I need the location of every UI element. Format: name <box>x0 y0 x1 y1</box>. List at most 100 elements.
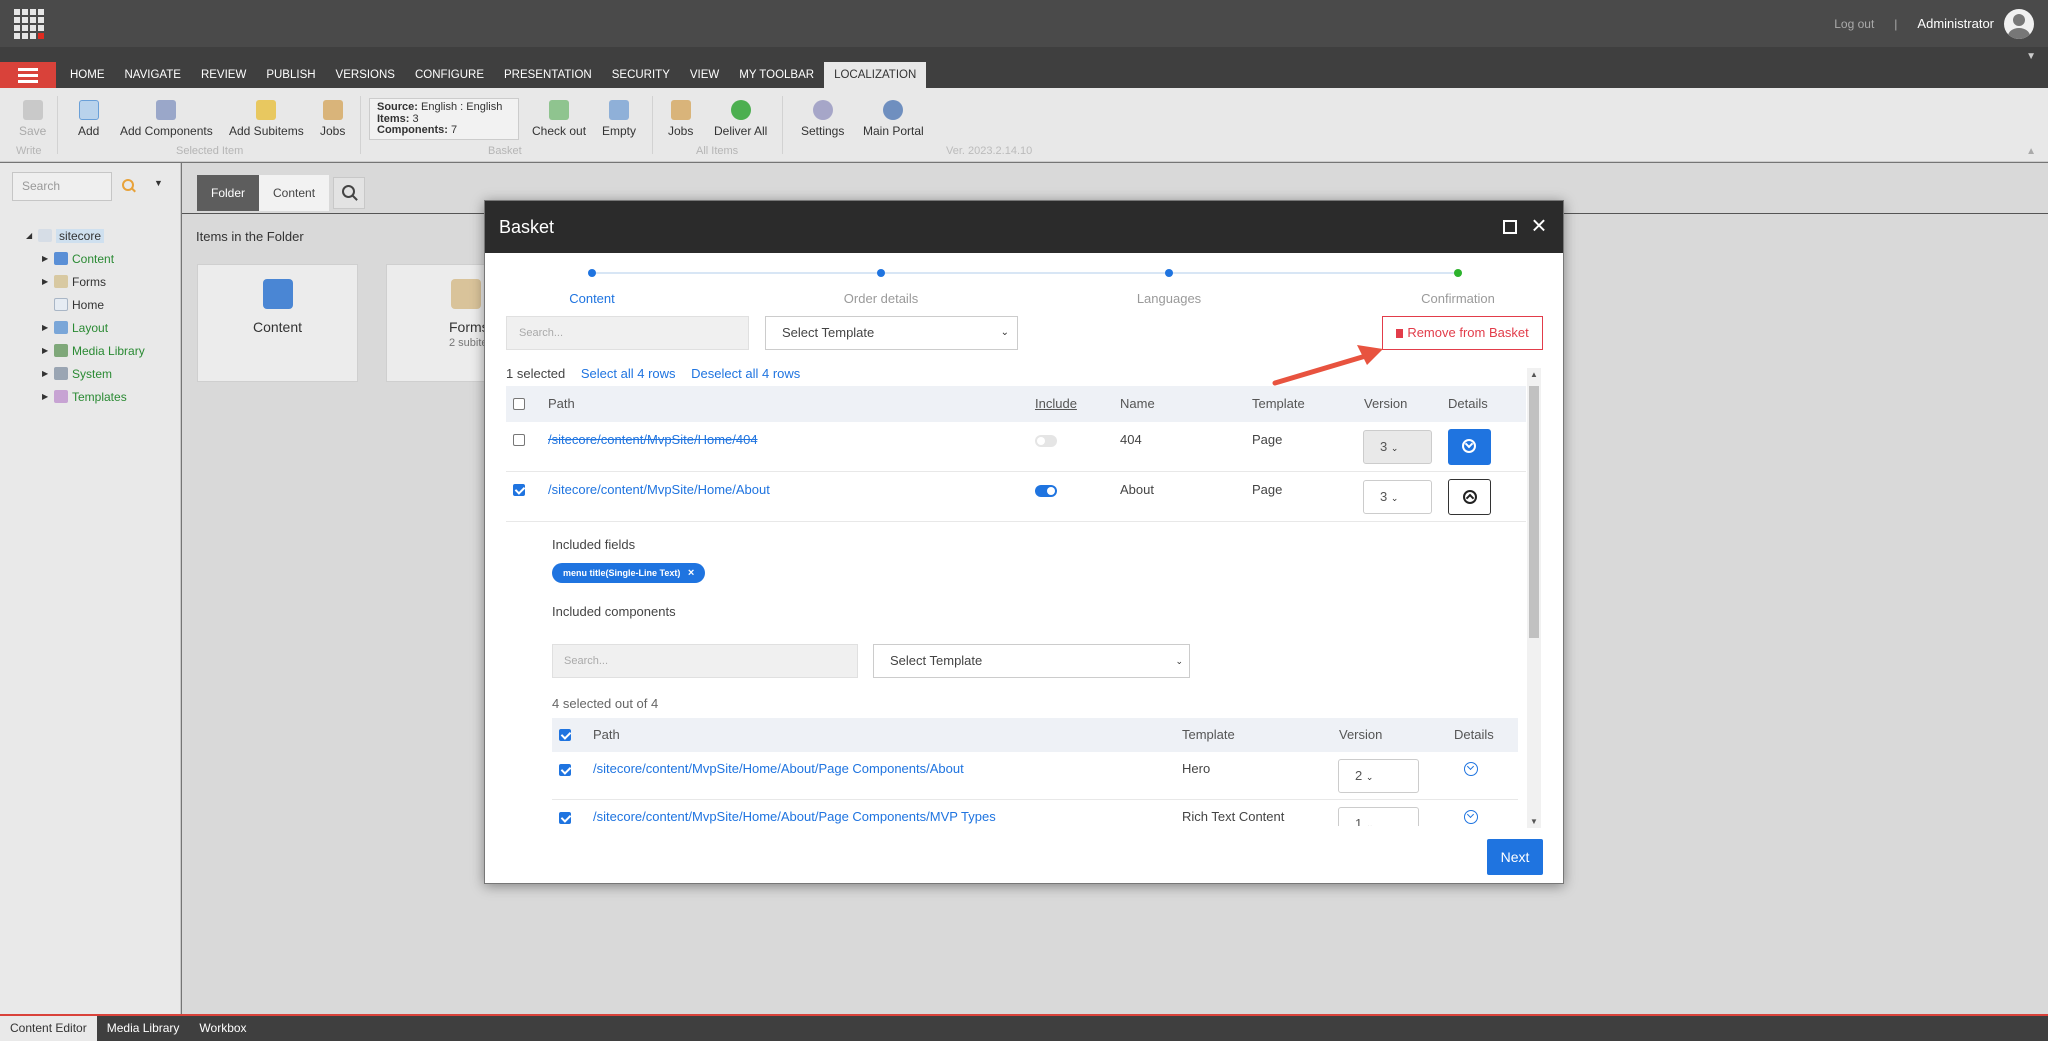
add-subitems-button[interactable]: Add Subitems <box>229 100 304 138</box>
collapse-arrow-icon[interactable]: ◢ <box>26 231 36 240</box>
chevron-down-icon[interactable]: ▼ <box>2026 51 2036 62</box>
search-icon[interactable] <box>122 179 136 193</box>
check-out-button[interactable]: Check out <box>532 100 586 138</box>
folder-tile-content[interactable]: Content <box>197 264 358 382</box>
version-select[interactable]: 2 ⌄ <box>1338 759 1419 793</box>
tab-localization[interactable]: LOCALIZATION <box>824 62 927 88</box>
hamburger-menu-icon[interactable] <box>0 62 56 88</box>
tab-view[interactable]: VIEW <box>680 62 729 88</box>
expand-arrow-icon[interactable]: ▶ <box>42 254 52 263</box>
include-toggle[interactable] <box>1035 435 1057 447</box>
tree-node-content[interactable]: ▶ Content <box>42 250 114 267</box>
main-portal-button[interactable]: Main Portal <box>863 100 924 138</box>
search-icon[interactable] <box>333 177 366 209</box>
tree-node-templates[interactable]: ▶ Templates <box>42 388 127 405</box>
chip-close-icon[interactable]: × <box>688 567 694 579</box>
version-select[interactable]: 3 ⌄ <box>1363 430 1432 464</box>
scrollbar-thumb[interactable] <box>1529 386 1539 638</box>
maximize-icon[interactable] <box>1503 220 1517 234</box>
row-checkbox[interactable] <box>559 764 571 776</box>
deliver-all-button[interactable]: Deliver All <box>714 100 767 138</box>
expand-arrow-icon[interactable]: ▶ <box>42 277 52 286</box>
dialog-scrollbar[interactable]: ▲ ▼ <box>1527 368 1541 828</box>
details-chevron-icon[interactable] <box>1464 762 1478 776</box>
tree-node-media-library[interactable]: ▶ Media Library <box>42 342 145 359</box>
jobs-label: Jobs <box>320 124 346 138</box>
template-select[interactable]: Select Template ⌄ <box>765 316 1018 350</box>
bottom-tab-content-editor[interactable]: Content Editor <box>0 1016 97 1041</box>
component-path-link[interactable]: /sitecore/content/MvpSite/Home/About/Pag… <box>593 809 996 824</box>
select-all-checkbox[interactable] <box>513 398 525 410</box>
chevron-down-icon: ⌄ <box>1365 820 1374 826</box>
row-checkbox[interactable] <box>513 434 525 446</box>
version-select[interactable]: 3 ⌄ <box>1363 480 1432 514</box>
basket-empty-icon <box>609 100 629 120</box>
chevron-down-icon[interactable]: ▼ <box>154 178 163 188</box>
tree-search-input[interactable]: Search <box>12 172 112 201</box>
component-path-link[interactable]: /sitecore/content/MvpSite/Home/About/Pag… <box>593 761 964 776</box>
tab-my-toolbar[interactable]: MY TOOLBAR <box>729 62 824 88</box>
tree-node-sitecore[interactable]: ◢ sitecore <box>26 227 105 244</box>
expand-arrow-icon[interactable]: ▶ <box>42 346 52 355</box>
details-expand-button[interactable] <box>1448 429 1491 465</box>
tab-configure[interactable]: CONFIGURE <box>405 62 494 88</box>
expand-arrow-icon[interactable]: ▶ <box>42 323 52 332</box>
tab-folder[interactable]: Folder <box>197 175 260 211</box>
row-path-link[interactable]: /sitecore/content/MvpSite/Home/About <box>548 482 770 497</box>
field-chip[interactable]: menu title(Single-Line Text) × <box>552 563 706 583</box>
deliver-all-label: Deliver All <box>714 124 768 138</box>
step-content[interactable]: Content <box>569 291 615 306</box>
col-include[interactable]: Include <box>1035 396 1077 411</box>
tab-content[interactable]: Content <box>259 175 330 211</box>
tab-home[interactable]: HOME <box>60 62 115 88</box>
settings-button[interactable]: Settings <box>801 100 844 138</box>
select-all-components-checkbox[interactable] <box>559 729 571 741</box>
select-all-link[interactable]: Select all 4 rows <box>581 366 676 381</box>
tree-node-home[interactable]: Home <box>52 296 104 313</box>
scroll-down-icon[interactable]: ▼ <box>1530 817 1538 826</box>
bottom-tab-workbox[interactable]: Workbox <box>189 1016 256 1041</box>
close-icon[interactable]: × <box>1527 212 1551 238</box>
tab-versions[interactable]: VERSIONS <box>326 62 405 88</box>
step-dot <box>588 269 596 277</box>
components-template-select[interactable]: Select Template ⌄ <box>873 644 1190 678</box>
details-chevron-icon[interactable] <box>1464 810 1478 824</box>
avatar[interactable] <box>2004 8 2034 39</box>
scroll-up-icon[interactable]: ▲ <box>1530 370 1538 379</box>
row-checkbox[interactable] <box>559 812 571 824</box>
expand-arrow-icon[interactable]: ▶ <box>42 392 52 401</box>
step-order-details[interactable]: Order details <box>844 291 918 306</box>
tab-navigate[interactable]: NAVIGATE <box>115 62 191 88</box>
include-toggle[interactable] <box>1035 485 1057 497</box>
tab-security[interactable]: SECURITY <box>602 62 680 88</box>
next-button[interactable]: Next <box>1487 839 1543 875</box>
user-name[interactable]: Administrator <box>1917 16 1994 31</box>
folder-tile-forms[interactable]: Forms 2 subiter <box>386 264 496 382</box>
tab-review[interactable]: REVIEW <box>191 62 256 88</box>
details-collapse-button[interactable] <box>1448 479 1491 515</box>
tab-presentation[interactable]: PRESENTATION <box>494 62 602 88</box>
app-launcher-icon[interactable] <box>14 9 44 39</box>
row-path-link[interactable]: /sitecore/content/MvpSite/Home/404 <box>548 432 758 447</box>
tree-node-system[interactable]: ▶ System <box>42 365 112 382</box>
bottom-tab-media-library[interactable]: Media Library <box>97 1016 190 1041</box>
row-checkbox[interactable] <box>513 484 525 496</box>
expand-arrow-icon[interactable]: ▶ <box>42 369 52 378</box>
step-languages[interactable]: Languages <box>1137 291 1201 306</box>
empty-button[interactable]: Empty <box>602 100 636 138</box>
add-components-button[interactable]: Add Components <box>120 100 213 138</box>
logout-link[interactable]: Log out <box>1834 17 1874 31</box>
tab-publish[interactable]: PUBLISH <box>256 62 325 88</box>
basket-search-input[interactable]: Search... <box>506 316 749 350</box>
step-confirmation[interactable]: Confirmation <box>1421 291 1495 306</box>
add-button[interactable]: Add <box>78 100 99 138</box>
table-header: Path Include Name Template Version Detai… <box>506 386 1526 422</box>
components-search-input[interactable]: Search... <box>552 644 858 678</box>
tree-node-layout[interactable]: ▶ Layout <box>42 319 108 336</box>
deselect-all-link[interactable]: Deselect all 4 rows <box>691 366 800 381</box>
version-select[interactable]: 1 ⌄ <box>1338 807 1419 826</box>
jobs-button[interactable]: Jobs <box>320 100 345 138</box>
jobs-all-button[interactable]: Jobs <box>668 100 693 138</box>
tree-node-forms[interactable]: ▶ Forms <box>42 273 106 290</box>
chevron-up-icon[interactable]: ▲ <box>2026 146 2036 157</box>
